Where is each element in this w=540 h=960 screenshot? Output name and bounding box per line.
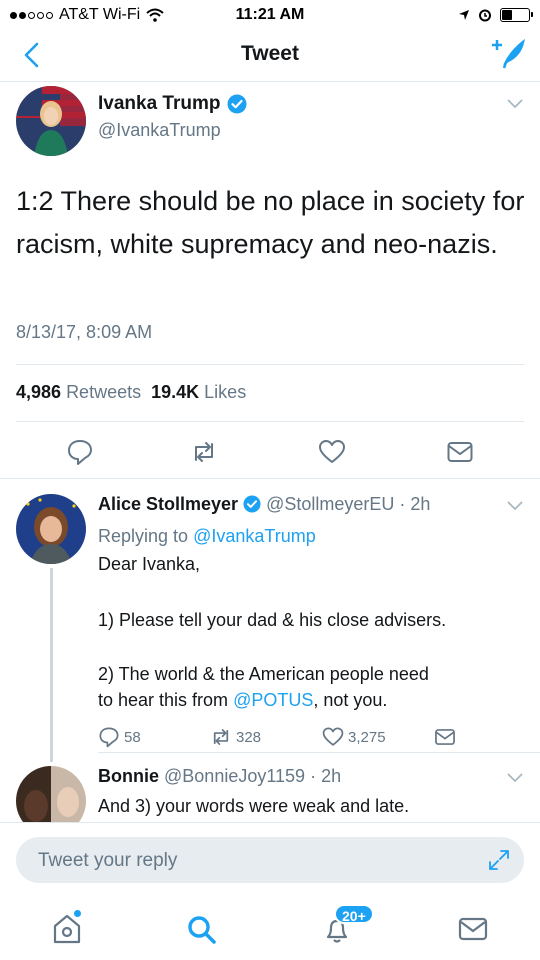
reply-count: 58	[124, 728, 141, 746]
retweet-count: 328	[236, 728, 262, 746]
retweets-stat[interactable]: 4,986 Retweets	[16, 382, 141, 403]
likes-count: 19.4K	[151, 382, 200, 402]
divider	[0, 478, 540, 479]
expand-icon[interactable]	[488, 849, 510, 871]
search-icon[interactable]	[184, 912, 218, 946]
divider	[98, 752, 540, 753]
heart-icon[interactable]	[318, 438, 346, 466]
reply-author-name[interactable]: Alice Stollmeyer	[98, 494, 238, 514]
reply-header[interactable]: Alice Stollmeyer @StollmeyerEU · 2h	[98, 494, 430, 515]
battery-icon	[500, 8, 533, 22]
location-arrow-icon	[459, 10, 469, 20]
avatar-image	[16, 86, 86, 156]
chevron-down-icon[interactable]	[506, 98, 524, 110]
divider	[16, 364, 524, 365]
separator-dot: ·	[394, 494, 411, 514]
avatar-image	[16, 494, 86, 564]
verified-badge-icon	[243, 495, 261, 513]
direct-message-icon[interactable]	[446, 438, 474, 466]
thread-line	[50, 568, 53, 762]
heart-icon[interactable]	[322, 726, 344, 748]
tweet-timestamp: 8/13/17, 8:09 AM	[16, 322, 153, 342]
reply-author-handle[interactable]: @StollmeyerEU	[266, 494, 394, 514]
reply-age: 2h	[410, 494, 431, 514]
likes-label: Likes	[204, 382, 247, 402]
compose-icon[interactable]	[490, 38, 526, 72]
reply-input[interactable]: Tweet your reply	[16, 837, 524, 883]
tweet-text: 1:2 There should be no place in society …	[16, 186, 525, 259]
reply-text-line-3b: to hear this from	[98, 690, 229, 710]
reply-text-line-3a: 2) The world & the American people need	[98, 664, 429, 684]
retweet-icon[interactable]	[210, 726, 232, 748]
potus-mention[interactable]: @POTUS	[233, 690, 313, 710]
tweet-stats: 4,986 Retweets 19.4K Likes	[16, 382, 246, 403]
reply-text-line-2: 1) Please tell your dad & his close advi…	[98, 610, 447, 630]
avatar[interactable]	[16, 494, 86, 564]
page-title: Tweet	[241, 42, 299, 65]
reply-header[interactable]: Bonnie @BonnieJoy1159 · 2h	[98, 766, 341, 787]
divider	[16, 421, 524, 422]
reply-composer: Tweet your reply	[0, 822, 540, 900]
likes-stat[interactable]: 19.4K Likes	[151, 382, 246, 403]
reply-input-placeholder: Tweet your reply	[38, 850, 178, 871]
tweet-actions	[0, 432, 540, 472]
replying-to: Replying to @IvankaTrump	[98, 526, 316, 547]
retweet-action[interactable]: 328	[210, 726, 261, 748]
home-icon[interactable]	[50, 912, 84, 946]
retweet-icon[interactable]	[190, 438, 218, 466]
status-bar: AT&T Wi-Fi 11:21 AM	[0, 0, 540, 30]
unread-dot	[74, 910, 81, 917]
chevron-left-icon[interactable]	[18, 40, 48, 70]
separator-dot: ·	[305, 766, 322, 786]
direct-message-icon[interactable]	[434, 726, 456, 748]
avatar[interactable]	[16, 86, 86, 156]
replying-prefix: Replying to	[98, 526, 189, 546]
reply-text-line-1: Dear Ivanka,	[98, 554, 201, 574]
like-action[interactable]: 3,275	[322, 726, 386, 748]
alarm-icon	[479, 9, 491, 22]
reply-icon[interactable]	[98, 726, 120, 748]
notifications-badge: 20+	[334, 904, 374, 924]
author-handle[interactable]: @IvankaTrump	[98, 120, 221, 141]
reply-text-line-3: 2) The world & the American people need …	[98, 661, 528, 713]
replying-to-mention[interactable]: @IvankaTrump	[193, 526, 316, 546]
nav-bar: Tweet	[0, 30, 540, 82]
reply-icon[interactable]	[66, 438, 94, 466]
retweets-label: Retweets	[66, 382, 142, 402]
author-name-row[interactable]: Ivanka Trump	[98, 93, 247, 115]
status-right	[458, 8, 533, 22]
retweets-count: 4,986	[16, 382, 62, 402]
verified-badge-icon	[227, 94, 246, 114]
tab-bar	[0, 900, 540, 960]
chevron-down-icon[interactable]	[506, 500, 524, 512]
chevron-down-icon[interactable]	[506, 772, 524, 784]
reply-author-handle[interactable]: @BonnieJoy1159	[164, 766, 305, 786]
like-count: 3,275	[348, 728, 386, 746]
reply-action[interactable]: 58	[98, 726, 141, 748]
dm-action[interactable]	[434, 726, 456, 748]
author-name[interactable]: Ivanka Trump	[98, 93, 221, 115]
messages-icon[interactable]	[456, 912, 490, 946]
reply-text-line-3c: , not you.	[313, 690, 388, 710]
reply-age: 2h	[321, 766, 342, 786]
reply-author-name[interactable]: Bonnie	[98, 766, 159, 786]
reply-text: And 3) your words were weak and late.	[98, 796, 410, 816]
